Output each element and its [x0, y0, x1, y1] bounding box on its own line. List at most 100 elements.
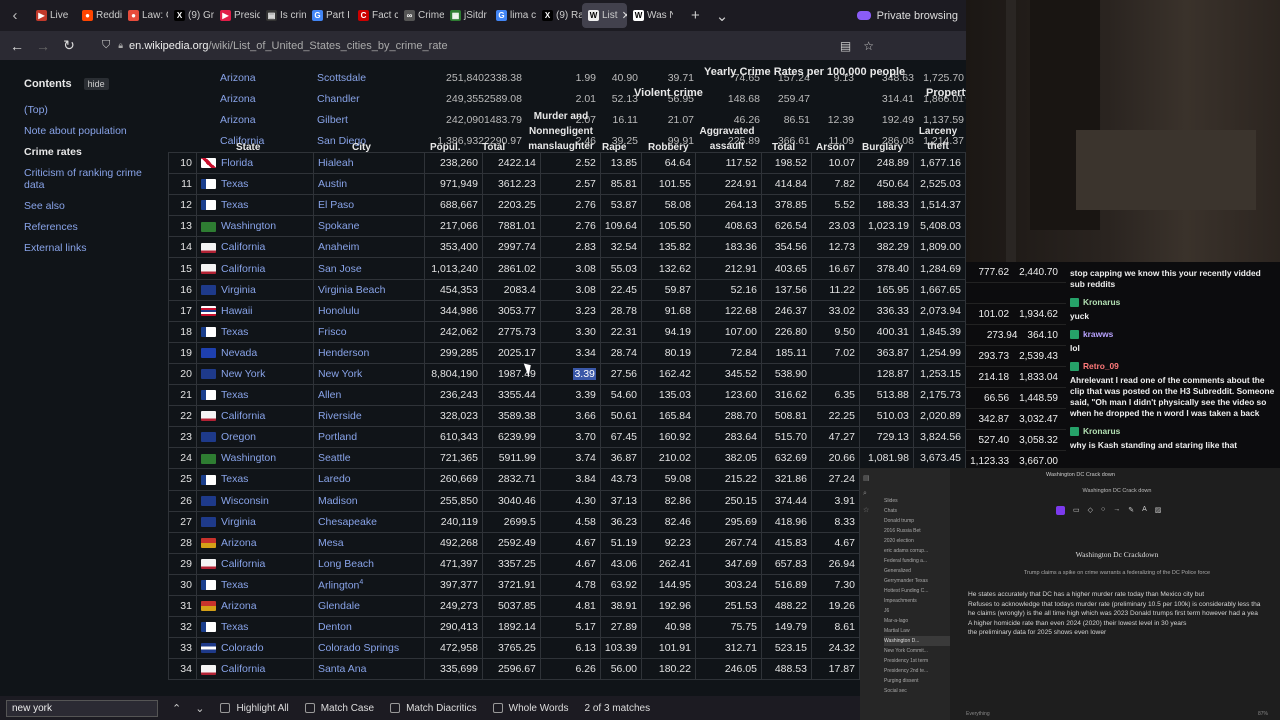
- browser-tab[interactable]: WWas N: [627, 0, 673, 31]
- state-cell[interactable]: Texas: [195, 173, 314, 196]
- state-cell[interactable]: Hawaii: [195, 299, 314, 322]
- state-link[interactable]: Texas: [221, 178, 248, 190]
- lock-icon[interactable]: 🔒︎: [118, 40, 123, 51]
- city-cell[interactable]: Austin: [312, 173, 425, 196]
- state-cell[interactable]: California: [195, 658, 314, 681]
- browser-tab[interactable]: ▶ Presid: [214, 0, 260, 31]
- browser-tab[interactable]: ▶ Live: [30, 0, 76, 31]
- match-case-checkbox[interactable]: Match Case: [304, 703, 374, 714]
- chat-username[interactable]: Kronarus: [1070, 426, 1276, 437]
- header-aggravated[interactable]: Aggravated assault: [698, 124, 756, 154]
- state-cell[interactable]: Texas: [195, 468, 314, 491]
- city-cell[interactable]: New York: [312, 362, 425, 386]
- city-link[interactable]: Austin: [318, 178, 347, 190]
- notes-pen-tool-icon[interactable]: ✎: [1128, 506, 1134, 515]
- ghost-state[interactable]: Arizona: [220, 114, 256, 126]
- notes-tree-item[interactable]: J6: [884, 606, 950, 616]
- state-link[interactable]: Virginia: [221, 284, 256, 296]
- city-link[interactable]: Frisco: [318, 326, 347, 338]
- city-link[interactable]: El Paso: [318, 199, 354, 211]
- city-cell[interactable]: Honolulu: [312, 299, 425, 322]
- notes-tree-item[interactable]: Presidency 2nd te...: [884, 666, 950, 676]
- notes-tree-item[interactable]: Social sec: [884, 686, 950, 696]
- state-link[interactable]: Texas: [221, 389, 248, 401]
- whole-words-checkbox[interactable]: Whole Words: [492, 703, 568, 714]
- notes-arrow-tool-icon[interactable]: →: [1113, 506, 1120, 515]
- notes-tree-item[interactable]: Purging dissent: [884, 676, 950, 686]
- browser-tab[interactable]: ∞ Crime: [398, 0, 444, 31]
- browser-tab[interactable]: X (9) Gr: [168, 0, 214, 31]
- chat-user-name[interactable]: Kronarus: [1083, 426, 1120, 437]
- toc-link[interactable]: Criticism of ranking crime data: [24, 167, 154, 191]
- state-link[interactable]: Texas: [221, 199, 248, 211]
- chat-user-name[interactable]: krawws: [1083, 329, 1113, 340]
- highlight-all-checkbox[interactable]: Highlight All: [220, 703, 289, 714]
- city-cell[interactable]: Spokane: [312, 215, 425, 238]
- back-icon[interactable]: ←: [4, 38, 30, 54]
- toc-link[interactable]: External links: [24, 242, 154, 254]
- notes-rect-tool-icon[interactable]: ▭: [1073, 506, 1080, 515]
- city-link[interactable]: Colorado Springs: [318, 642, 399, 654]
- state-cell[interactable]: Texas: [195, 573, 314, 596]
- ghost-city[interactable]: Gilbert: [317, 114, 348, 126]
- state-link[interactable]: Texas: [221, 621, 248, 633]
- city-cell[interactable]: Santa Ana: [312, 658, 425, 681]
- state-cell[interactable]: Nevada: [195, 341, 314, 364]
- forward-icon[interactable]: →: [30, 38, 56, 54]
- state-cell[interactable]: Virginia: [195, 278, 314, 301]
- toc-link[interactable]: See also: [24, 200, 154, 212]
- notes-diamond-tool-icon[interactable]: ◇: [1088, 506, 1093, 515]
- city-link[interactable]: New York: [318, 368, 362, 380]
- tab-scroll-left-icon[interactable]: ‹: [0, 7, 30, 24]
- city-cell[interactable]: Colorado Springs: [312, 637, 425, 660]
- browser-tab[interactable]: C Fact c: [352, 0, 398, 31]
- city-cell[interactable]: Mesa: [312, 531, 425, 554]
- state-link[interactable]: Arizona: [221, 600, 257, 612]
- city-link[interactable]: Riverside: [318, 410, 362, 422]
- city-cell[interactable]: Glendale: [312, 594, 425, 618]
- state-cell[interactable]: California: [195, 552, 314, 575]
- state-cell[interactable]: Texas: [195, 384, 314, 407]
- new-tab-icon[interactable]: +: [691, 7, 700, 25]
- notes-tree-item[interactable]: Chats: [884, 506, 950, 516]
- checkbox-box[interactable]: [390, 703, 401, 713]
- state-cell[interactable]: Oregon: [195, 426, 314, 449]
- ghost-city[interactable]: Chandler: [317, 93, 360, 105]
- state-link[interactable]: California: [221, 558, 265, 570]
- city-link[interactable]: Henderson: [318, 347, 369, 359]
- state-link[interactable]: Washington: [221, 452, 276, 464]
- state-cell[interactable]: Texas: [195, 194, 314, 217]
- reader-view-icon[interactable]: ▤: [840, 39, 851, 53]
- notes-tree-item[interactable]: Martial Law: [884, 626, 950, 636]
- browser-tab[interactable]: ▤ Is crin: [260, 0, 306, 31]
- notes-tree-item[interactable]: Gerrymander Texas: [884, 576, 950, 586]
- city-cell[interactable]: Portland: [312, 426, 425, 449]
- city-link[interactable]: Santa Ana: [318, 663, 366, 675]
- find-previous-icon[interactable]: ⌃: [172, 702, 181, 715]
- checkbox-box[interactable]: [492, 703, 503, 713]
- state-cell[interactable]: Arizona: [195, 531, 314, 554]
- ghost-state[interactable]: Arizona: [220, 93, 256, 105]
- tracking-shield-icon[interactable]: ⛉: [102, 39, 110, 52]
- city-cell[interactable]: Laredo: [312, 468, 425, 491]
- city-cell[interactable]: Anaheim: [312, 236, 425, 259]
- city-link[interactable]: Anaheim: [318, 241, 359, 253]
- city-cell[interactable]: Long Beach: [312, 552, 425, 575]
- city-link[interactable]: Arlington: [318, 579, 359, 591]
- state-cell[interactable]: Arizona: [195, 594, 314, 618]
- chat-username[interactable]: krawws: [1070, 329, 1276, 340]
- checkbox-box[interactable]: [304, 703, 315, 713]
- city-link[interactable]: Denton: [318, 621, 352, 633]
- browser-tab[interactable]: Glima c: [490, 0, 536, 31]
- chat-user-name[interactable]: Retro_09: [1083, 361, 1119, 372]
- state-link[interactable]: Texas: [221, 473, 248, 485]
- state-link[interactable]: Arizona: [221, 537, 257, 549]
- state-cell[interactable]: Washington: [195, 447, 314, 470]
- notes-zoom-level[interactable]: 87%: [1258, 711, 1268, 717]
- city-link[interactable]: Madison: [318, 495, 358, 507]
- match-diacritics-checkbox[interactable]: Match Diacritics: [390, 703, 477, 714]
- city-link[interactable]: Seattle: [318, 452, 351, 464]
- ghost-city[interactable]: Scottsdale: [317, 72, 366, 84]
- browser-tab[interactable]: G Part I: [306, 0, 352, 31]
- city-cell[interactable]: Denton: [312, 616, 425, 639]
